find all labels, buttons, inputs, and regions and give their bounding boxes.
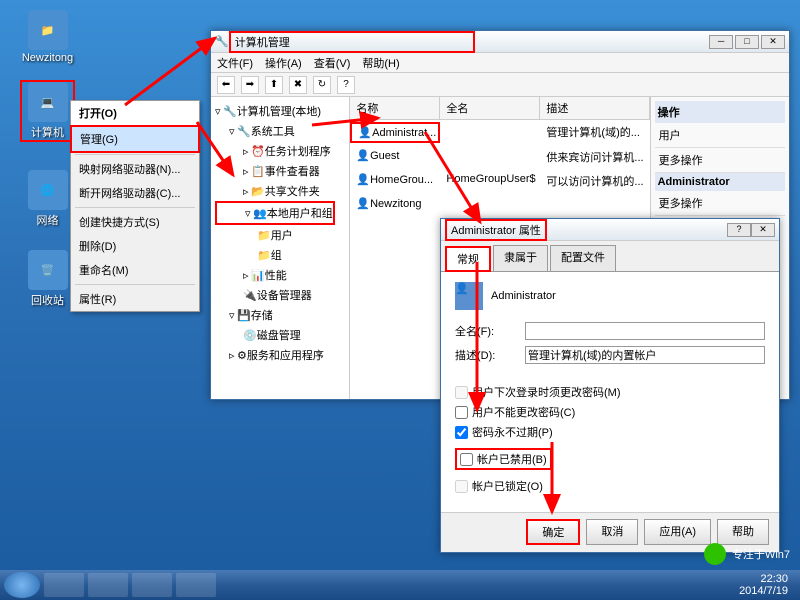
- tab-profile[interactable]: 配置文件: [550, 245, 616, 271]
- col-name[interactable]: 名称: [350, 97, 440, 119]
- recycle-icon: 🗑️: [28, 250, 68, 290]
- fwd-button[interactable]: ➡: [241, 76, 259, 94]
- actions-title: 操作: [655, 101, 785, 123]
- taskbar: 22:30 2014/7/19: [0, 570, 800, 600]
- up-button[interactable]: ⬆: [265, 76, 283, 94]
- chk-must-change[interactable]: 用户下次登录时须更改密码(M): [455, 384, 765, 400]
- ctx-manage[interactable]: 管理(G): [70, 125, 200, 153]
- properties-dialog: Administrator 属性 ? ✕ 常规 隶属于 配置文件 👤 Admin…: [440, 218, 780, 553]
- tree-local-users[interactable]: ▿👥本地用户和组: [215, 201, 335, 225]
- close-button[interactable]: ✕: [761, 35, 785, 49]
- brand-watermark: 专注于Win7: [704, 543, 790, 565]
- fullname-label: 全名(F):: [455, 323, 525, 339]
- cancel-button[interactable]: 取消: [586, 519, 638, 545]
- list-row[interactable]: 👤Guest供来宾访问计算机...: [350, 145, 649, 169]
- minimize-button[interactable]: ─: [709, 35, 733, 49]
- tree-perf[interactable]: ▹📊性能: [215, 265, 345, 285]
- tree-services[interactable]: ▹⚙服务和应用程序: [215, 345, 345, 365]
- tree-event[interactable]: ▹📋事件查看器: [215, 161, 345, 181]
- actions-more2[interactable]: 更多操作: [655, 191, 785, 216]
- list-header: 名称 全名 描述: [350, 97, 649, 120]
- window-title: 计算机管理: [229, 31, 475, 53]
- actions-user[interactable]: 用户: [655, 123, 785, 148]
- tab-memberof[interactable]: 隶属于: [493, 245, 548, 271]
- tree-task[interactable]: ▹⏰任务计划程序: [215, 141, 345, 161]
- tree-devmgr[interactable]: 🔌设备管理器: [215, 285, 345, 305]
- task-mgmt[interactable]: [176, 573, 216, 597]
- task-explorer[interactable]: [88, 573, 128, 597]
- tree-root[interactable]: ▿🔧计算机管理(本地): [215, 101, 345, 121]
- help-btn[interactable]: 帮助: [717, 519, 769, 545]
- maximize-button[interactable]: □: [735, 35, 759, 49]
- menu-help[interactable]: 帮助(H): [362, 55, 399, 71]
- ctx-rename[interactable]: 重命名(M): [71, 258, 199, 282]
- task-ie[interactable]: [44, 573, 84, 597]
- prop-tabs: 常规 隶属于 配置文件: [441, 241, 779, 272]
- chk-cannot-change[interactable]: 用户不能更改密码(C): [455, 404, 765, 420]
- ok-button[interactable]: 确定: [526, 519, 580, 545]
- desc-input[interactable]: [525, 346, 765, 364]
- prop-username: Administrator: [491, 290, 556, 302]
- actions-admin: Administrator: [655, 173, 785, 191]
- computer-icon: 💻: [28, 82, 68, 122]
- tree-shared[interactable]: ▹📂共享文件夹: [215, 181, 345, 201]
- title-bar[interactable]: 🔧 计算机管理 ─ □ ✕: [211, 31, 789, 53]
- start-button[interactable]: [4, 572, 40, 598]
- tree-pane[interactable]: ▿🔧计算机管理(本地) ▿🔧系统工具 ▹⏰任务计划程序 ▹📋事件查看器 ▹📂共享…: [211, 97, 350, 399]
- ctx-open[interactable]: 打开(O): [71, 101, 199, 126]
- list-row[interactable]: 👤Newzitong: [350, 193, 649, 214]
- list-row[interactable]: 👤HomeGrou...HomeGroupUser$可以访问计算机的...: [350, 169, 649, 193]
- col-desc[interactable]: 描述: [540, 97, 649, 119]
- desktop-icon-recycle[interactable]: 🗑️回收站: [20, 250, 75, 308]
- tree-systools[interactable]: ▿🔧系统工具: [215, 121, 345, 141]
- tab-general[interactable]: 常规: [445, 246, 491, 272]
- ctx-properties[interactable]: 属性(R): [71, 287, 199, 311]
- system-tray[interactable]: 22:30 2014/7/19: [739, 573, 796, 597]
- network-icon: 🌐: [28, 170, 68, 210]
- wechat-icon: [704, 543, 726, 565]
- desc-label: 描述(D):: [455, 347, 525, 363]
- chk-disabled[interactable]: 帐户已禁用(B): [455, 448, 552, 470]
- tray-date: 2014/7/19: [739, 585, 788, 597]
- tree-storage[interactable]: ▿💾存储: [215, 305, 345, 325]
- prop-title-text: Administrator 属性: [445, 219, 547, 241]
- app-icon: 🔧: [215, 35, 229, 48]
- menu-action[interactable]: 操作(A): [265, 55, 302, 71]
- prop-body: 👤 Administrator 全名(F): 描述(D): 用户下次登录时须更改…: [441, 272, 779, 512]
- back-button[interactable]: ⬅: [217, 76, 235, 94]
- prop-help-button[interactable]: ?: [727, 223, 751, 237]
- menu-view[interactable]: 查看(V): [314, 55, 351, 71]
- desktop-icon-newzitong[interactable]: 📁Newzitong: [20, 10, 75, 64]
- desktop-icon-computer[interactable]: 💻计算机: [20, 80, 75, 142]
- task-media[interactable]: [132, 573, 172, 597]
- chk-locked[interactable]: 帐户已锁定(O): [455, 478, 765, 494]
- tree-disk[interactable]: 💿磁盘管理: [215, 325, 345, 345]
- apply-button[interactable]: 应用(A): [644, 519, 711, 545]
- actions-more[interactable]: 更多操作: [655, 148, 785, 173]
- prop-close-button[interactable]: ✕: [751, 223, 775, 237]
- tree-users[interactable]: 📁用户: [257, 230, 293, 242]
- chk-never-expire[interactable]: 密码永不过期(P): [455, 424, 765, 440]
- help-button[interactable]: ?: [337, 76, 355, 94]
- stop-button[interactable]: ✖: [289, 76, 307, 94]
- toolbar: ⬅ ➡ ⬆ ✖ ↻ ?: [211, 73, 789, 97]
- tree-groups[interactable]: 📁组: [215, 245, 345, 265]
- ctx-delete[interactable]: 删除(D): [71, 234, 199, 258]
- prop-titlebar[interactable]: Administrator 属性 ? ✕: [441, 219, 779, 241]
- ctx-disconnect[interactable]: 断开网络驱动器(C)...: [71, 181, 199, 205]
- menu-bar: 文件(F) 操作(A) 查看(V) 帮助(H): [211, 53, 789, 73]
- col-fullname[interactable]: 全名: [440, 97, 540, 119]
- fullname-input[interactable]: [525, 322, 765, 340]
- user-icon: 👤: [455, 282, 483, 310]
- ctx-shortcut[interactable]: 创建快捷方式(S): [71, 210, 199, 234]
- tray-time: 22:30: [739, 573, 788, 585]
- ctx-map-drive[interactable]: 映射网络驱动器(N)...: [71, 157, 199, 181]
- desktop-icon-network[interactable]: 🌐网络: [20, 170, 75, 228]
- menu-file[interactable]: 文件(F): [217, 55, 253, 71]
- context-menu: 打开(O) 管理(G) 映射网络驱动器(N)... 断开网络驱动器(C)... …: [70, 100, 200, 312]
- refresh-button[interactable]: ↻: [313, 76, 331, 94]
- list-row[interactable]: 👤Administrat...管理计算机(域)的...: [350, 120, 649, 145]
- folder-icon: 📁: [28, 10, 68, 50]
